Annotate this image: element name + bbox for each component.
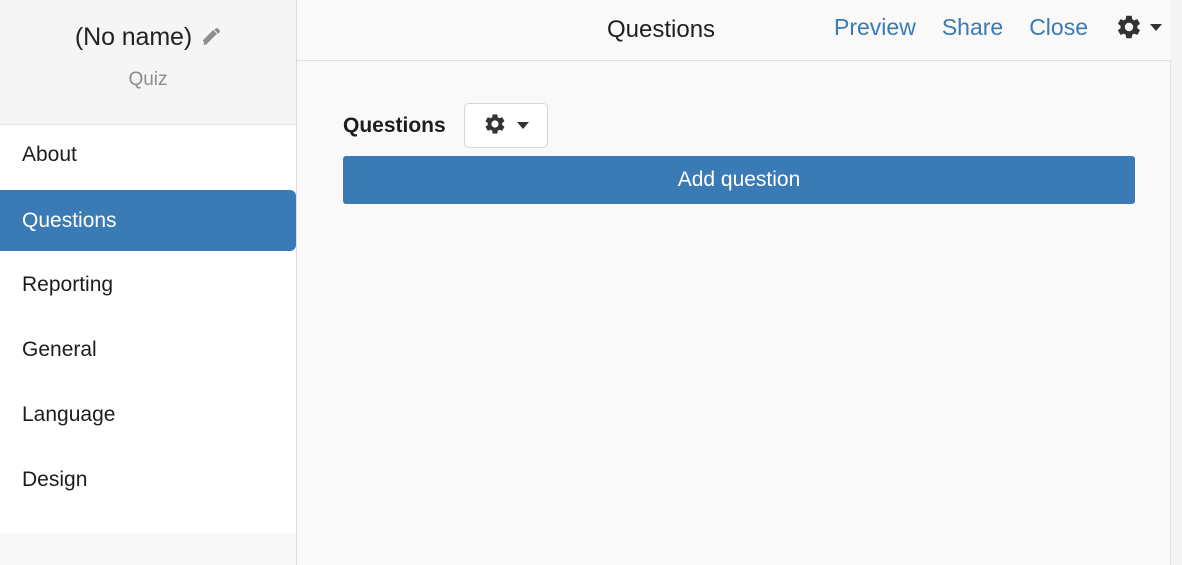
- pencil-icon[interactable]: [201, 27, 221, 47]
- add-question-button[interactable]: Add question: [343, 156, 1135, 204]
- questions-menu-button[interactable]: [463, 103, 548, 148]
- sidebar-item-label: Design: [22, 468, 88, 491]
- quiz-name: (No name): [74, 23, 193, 51]
- right-edge-strip: [1171, 0, 1182, 565]
- sidebar-item-label: About: [22, 143, 77, 166]
- sidebar-item-label: Reporting: [22, 273, 114, 296]
- questions-panel-header: Questions: [343, 103, 548, 148]
- content-area: Questions Add question: [297, 61, 1171, 565]
- sidebar-header: (No name) Quiz: [0, 0, 296, 125]
- sidebar-item-label: Questions: [22, 209, 117, 232]
- sidebar-item-questions[interactable]: Questions: [0, 190, 296, 251]
- sidebar-item-label: General: [22, 338, 97, 361]
- preview-link[interactable]: Preview: [821, 12, 929, 42]
- sidebar-item-design[interactable]: Design: [0, 460, 296, 500]
- sidebar: (No name) Quiz About Questions Reporting: [0, 0, 297, 565]
- close-link[interactable]: Close: [1016, 12, 1101, 42]
- gear-icon: [1115, 13, 1143, 41]
- sidebar-nav: About Questions Reporting General Langua…: [0, 125, 296, 533]
- settings-menu-button[interactable]: [1101, 13, 1170, 41]
- sidebar-footer: [0, 533, 296, 565]
- topbar: Questions Preview Share Close: [297, 0, 1182, 61]
- questions-panel-title: Questions: [343, 113, 446, 137]
- sidebar-item-general[interactable]: General: [0, 330, 296, 370]
- sidebar-item-about[interactable]: About: [0, 135, 296, 175]
- chevron-down-icon: [516, 122, 529, 129]
- sidebar-item-reporting[interactable]: Reporting: [0, 265, 296, 305]
- gear-icon: [483, 112, 507, 139]
- main-area: Questions Preview Share Close Questions: [297, 0, 1182, 565]
- sidebar-item-label: Language: [22, 403, 116, 426]
- quiz-editor-app: (No name) Quiz About Questions Reporting: [0, 0, 1182, 565]
- sidebar-item-language[interactable]: Language: [0, 395, 296, 435]
- topbar-actions: Preview Share Close: [821, 12, 1170, 42]
- share-link[interactable]: Share: [929, 12, 1016, 42]
- quiz-title-row: (No name): [75, 22, 221, 52]
- chevron-down-icon: [1150, 23, 1162, 31]
- page-title: Questions: [607, 16, 716, 43]
- quiz-type-label: Quiz: [128, 69, 168, 90]
